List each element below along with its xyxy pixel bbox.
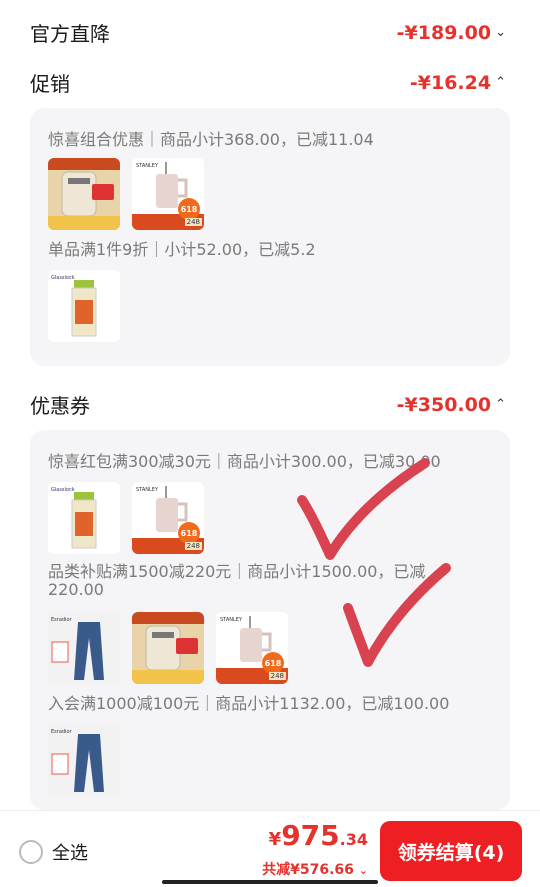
product-thumb-kettle[interactable] — [48, 158, 120, 230]
promo-amount-value: -¥16.24 — [409, 71, 492, 94]
promo-panel: 惊喜组合优惠｜商品小计368.00，已减11.04 STANLEY 618 24… — [30, 108, 510, 366]
product-thumb-tumbler[interactable]: STANLEY 618 248 — [216, 612, 288, 684]
promo-group-desc: 惊喜组合优惠｜商品小计368.00，已减11.04 — [48, 130, 374, 149]
brand-tumbler: STANLEY — [136, 163, 159, 169]
jar-image: Glasslock — [48, 482, 120, 554]
coupon-group-desc-cont: 220.00 — [48, 580, 104, 599]
home-indicator — [162, 880, 378, 884]
total-price: ¥ 975 .34 — [269, 819, 368, 852]
official-discount-label: 官方直降 — [30, 22, 110, 46]
price-tag: 248 — [184, 542, 202, 550]
saved-amount: 共减¥576.66 — [262, 862, 354, 878]
product-thumb-tumbler[interactable]: STANLEY 618 248 — [132, 482, 204, 554]
coupon-amount: -¥350.00 ⌃ — [397, 394, 506, 416]
brand-jeans: Esradior — [51, 729, 73, 735]
price-tag: 248 — [184, 218, 202, 226]
promo-row[interactable]: 促销 -¥16.24 ⌃ — [30, 68, 506, 97]
official-discount-row[interactable]: 官方直降 -¥189.00 ⌄ — [30, 18, 506, 47]
kettle-image — [132, 612, 204, 684]
select-all-checkbox[interactable] — [19, 840, 43, 864]
promo-amount: -¥16.24 ⌃ — [410, 72, 506, 94]
official-discount-amount: -¥189.00 ⌄ — [397, 22, 506, 44]
brand-jar: Glasslock — [51, 487, 75, 493]
brand-tumbler: STANLEY — [136, 487, 159, 493]
chevron-down-icon: ⌄ — [495, 25, 506, 40]
handwritten-check-mark — [297, 458, 430, 560]
jeans-image: Esradior — [48, 612, 120, 684]
badge-618: 618 — [262, 652, 284, 674]
jar-image: Glasslock — [48, 270, 120, 342]
brand-jeans: Esradior — [51, 617, 73, 623]
product-thumb-jar[interactable]: Glasslock — [48, 482, 120, 554]
product-thumb-jeans[interactable]: Esradior — [48, 612, 120, 684]
product-thumb-jeans[interactable]: Esradior — [48, 724, 120, 796]
coupon-amount-value: -¥350.00 — [396, 393, 492, 416]
chevron-down-icon: ⌄ — [358, 864, 368, 877]
badge-618: 618 — [178, 198, 200, 220]
brand-tumbler: STANLEY — [220, 617, 243, 623]
total-decimal: .34 — [339, 830, 368, 849]
coupon-row[interactable]: 优惠券 -¥350.00 ⌃ — [30, 390, 506, 419]
coupon-group-desc: 入会满1000减100元｜商品小计1132.00，已减100.00 — [48, 694, 450, 713]
handwritten-check-mark — [343, 563, 451, 667]
promo-label: 促销 — [30, 72, 70, 96]
official-amount-value: -¥189.00 — [396, 21, 492, 44]
kettle-image — [48, 158, 120, 230]
badge-618: 618 — [178, 522, 200, 544]
product-thumb-tumbler[interactable]: STANLEY 618 248 — [132, 158, 204, 230]
checkout-button[interactable]: 领券结算(4) — [380, 821, 522, 881]
chevron-up-icon: ⌃ — [495, 397, 506, 412]
total-saved[interactable]: 共减¥576.66 ⌄ — [262, 859, 368, 879]
promo-group-desc: 单品满1件9折｜小计52.00，已减5.2 — [48, 240, 316, 259]
price-tag: 248 — [268, 672, 286, 680]
product-thumb-jar[interactable]: Glasslock — [48, 270, 120, 342]
coupon-label: 优惠券 — [30, 394, 90, 418]
brand-jar: Glasslock — [51, 275, 75, 281]
checkout-bar: 全选 ¥ 975 .34 共减¥576.66 ⌄ 领券结算(4) — [0, 810, 540, 887]
select-all-label[interactable]: 全选 — [52, 839, 88, 865]
chevron-up-icon: ⌃ — [495, 75, 506, 90]
total-integer: 975 — [281, 819, 340, 852]
product-thumb-kettle[interactable] — [132, 612, 204, 684]
jeans-image: Esradior — [48, 724, 120, 796]
currency-symbol: ¥ — [268, 829, 282, 850]
